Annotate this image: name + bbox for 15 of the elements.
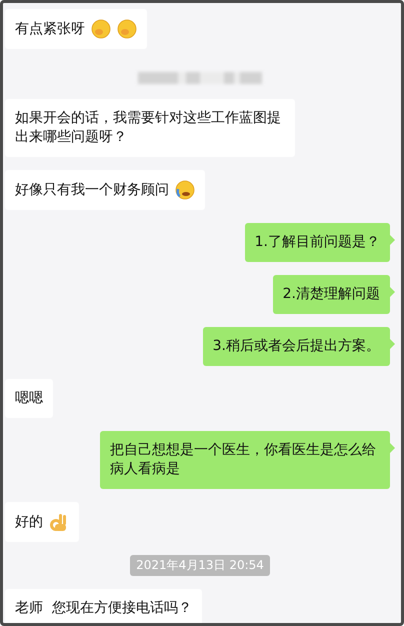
message-text: 把自己想想是一个医生，你看医生是怎么给病人看病是	[110, 441, 377, 479]
message-text: 老师 您现在方便接电话吗？	[15, 599, 192, 618]
message-text: 嗯嗯	[15, 389, 43, 408]
message-text: 好像只有我一个财务顾问	[15, 180, 169, 200]
smiley-hand-icon	[91, 19, 111, 39]
message-text: 有点紧张呀	[15, 20, 85, 38]
message-text: 3.稍后或者会后提出方案。	[212, 337, 380, 356]
ok-hand-icon	[49, 512, 69, 532]
smiley-hand-icon	[117, 19, 137, 39]
timestamp: 2021年4月13日 20:54	[130, 555, 270, 576]
crying-face-icon	[175, 180, 195, 200]
message-text: 好的	[15, 512, 43, 532]
message-text: 如果开会的话，我需要针对这些工作蓝图提出来哪些问题呀？	[15, 109, 282, 147]
message-text: 2.清楚理解问题	[282, 285, 380, 304]
message-text: 1.了解目前问题是？	[254, 233, 380, 252]
